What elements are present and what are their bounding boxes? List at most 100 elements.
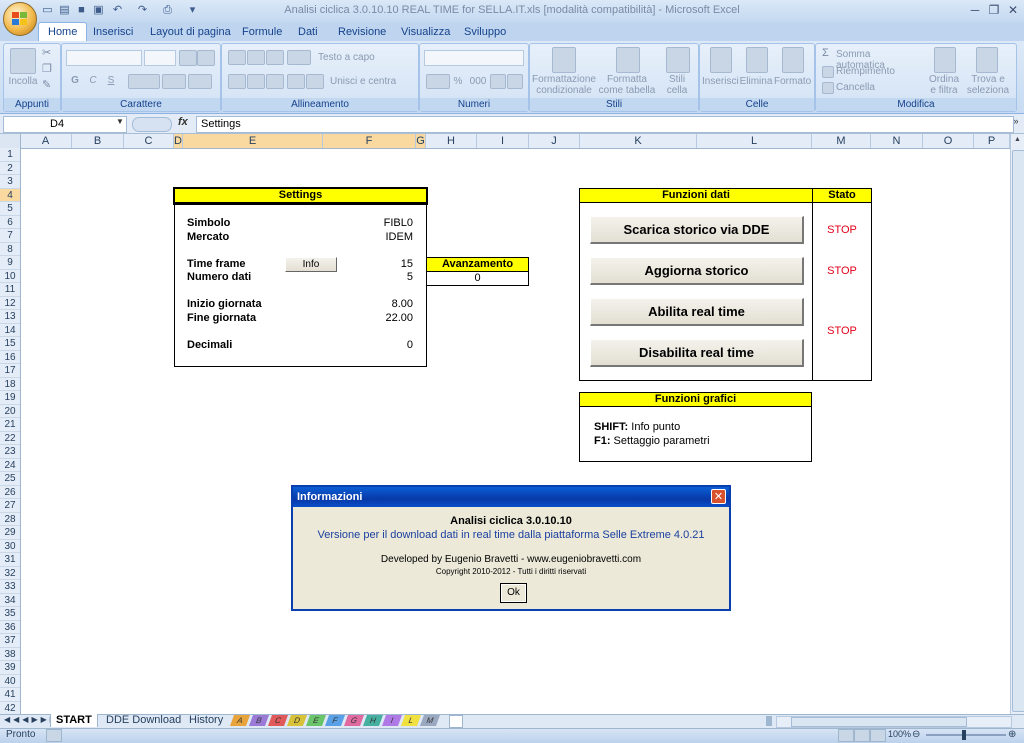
insert-cells-icon[interactable] [710, 47, 732, 73]
row-header[interactable]: 39 [0, 661, 20, 675]
decrease-indent-icon[interactable] [287, 74, 305, 89]
row-header[interactable]: 16 [0, 351, 20, 364]
find-select-button[interactable]: Trova e seleziona [964, 74, 1012, 96]
restore-icon[interactable]: ❐ [985, 3, 1003, 18]
sheet-tab-history[interactable]: History [184, 714, 228, 727]
horizontal-scrollbar[interactable] [776, 716, 1012, 728]
row-header[interactable]: 31 [0, 553, 20, 567]
row-header[interactable]: 7 [0, 229, 20, 243]
align-center-icon[interactable] [247, 74, 265, 89]
scroll-thumb[interactable] [1012, 150, 1024, 712]
tab-sviluppo[interactable]: Sviluppo [455, 24, 515, 40]
cell-styles-button[interactable]: Stili cella [660, 74, 694, 96]
scarica-storico-button[interactable]: Scarica storico via DDE [590, 216, 804, 244]
row-header[interactable]: 28 [0, 513, 20, 526]
row-header[interactable]: 5 [0, 202, 20, 216]
mercato-value[interactable]: IDEM [325, 231, 414, 243]
column-header[interactable]: O [923, 134, 974, 148]
merge-center-button[interactable]: Unisci e centra [330, 76, 416, 87]
row-header[interactable]: 26 [0, 486, 20, 499]
formula-bar-resize-handle[interactable] [132, 117, 172, 132]
row-header[interactable]: 27 [0, 499, 20, 513]
row-header[interactable]: 25 [0, 472, 20, 486]
row-header[interactable]: 18 [0, 378, 20, 391]
row-header[interactable]: 2 [0, 162, 20, 175]
fill-color-icon[interactable] [162, 74, 186, 89]
close-icon[interactable]: ✕ [711, 489, 726, 504]
column-header[interactable]: K [580, 134, 697, 148]
column-header[interactable]: L [697, 134, 812, 148]
settings-title[interactable]: Settings [173, 187, 428, 205]
row-header[interactable]: 23 [0, 445, 20, 459]
borders-icon[interactable] [128, 74, 160, 89]
font-color-icon[interactable] [188, 74, 212, 89]
wrap-text-button[interactable]: Testo a capo [318, 52, 414, 63]
column-header[interactable]: H [426, 134, 477, 148]
tab-revisione[interactable]: Revisione [329, 24, 395, 40]
row-header[interactable]: 9 [0, 256, 20, 270]
tab-layout[interactable]: Layout di pagina [141, 24, 240, 40]
column-header[interactable]: B [72, 134, 124, 148]
bold-button[interactable]: G [68, 75, 82, 86]
sort-filter-button[interactable]: Ordina e filtra [926, 74, 962, 96]
timeframe-value[interactable]: 15 [325, 258, 413, 270]
row-header[interactable]: 3 [0, 175, 20, 189]
office-button[interactable] [3, 2, 37, 36]
column-header[interactable]: I [477, 134, 529, 148]
row-header[interactable]: 37 [0, 634, 20, 648]
normal-view-icon[interactable] [838, 729, 854, 742]
fine-giornata-value[interactable]: 22.00 [325, 312, 413, 324]
align-left-icon[interactable] [228, 74, 246, 89]
row-header[interactable]: 22 [0, 432, 20, 445]
row-header[interactable]: 12 [0, 297, 20, 310]
page-layout-view-icon[interactable] [854, 729, 870, 742]
row-header[interactable]: 40 [0, 675, 20, 688]
format-cells-button[interactable]: Formato [774, 76, 811, 87]
underline-button[interactable]: S [104, 75, 118, 86]
row-header[interactable]: 19 [0, 391, 20, 405]
new-sheet-icon[interactable] [449, 715, 463, 728]
fill-icon[interactable] [822, 66, 834, 78]
decimali-value[interactable]: 0 [325, 339, 413, 351]
tab-split-handle[interactable] [766, 716, 772, 726]
abilita-real-time-button[interactable]: Abilita real time [590, 298, 804, 326]
row-header[interactable]: 35 [0, 607, 20, 621]
sheet-tab-dde-download[interactable]: DDE Download [101, 714, 186, 727]
find-select-icon[interactable] [976, 47, 998, 73]
delete-cells-button[interactable]: Elimina [738, 76, 774, 87]
tab-dati[interactable]: Dati [289, 24, 327, 40]
format-table-icon[interactable] [616, 47, 640, 73]
percent-button[interactable]: % [452, 76, 464, 87]
row-header[interactable]: 6 [0, 216, 20, 229]
h-scroll-thumb[interactable] [791, 717, 967, 727]
row-header[interactable]: 33 [0, 580, 20, 594]
column-header[interactable]: F [323, 134, 416, 148]
row-header[interactable]: 38 [0, 648, 20, 661]
column-header[interactable]: P [974, 134, 1010, 148]
scroll-up-icon[interactable]: ▲ [1012, 136, 1023, 147]
row-header[interactable]: 17 [0, 364, 20, 378]
incolla-button[interactable]: Incolla [6, 76, 40, 87]
row-header[interactable]: 20 [0, 405, 20, 418]
grow-font-icon[interactable] [179, 50, 197, 66]
row-header[interactable]: 14 [0, 324, 20, 337]
row-header[interactable]: 10 [0, 270, 20, 283]
cut-icon[interactable]: ✂ [42, 46, 51, 59]
clear-icon[interactable] [822, 82, 834, 94]
increase-indent-icon[interactable] [306, 74, 324, 89]
align-top-icon[interactable] [228, 50, 246, 65]
row-header[interactable]: 24 [0, 459, 20, 472]
row-header[interactable]: 36 [0, 621, 20, 634]
increase-decimal-icon[interactable] [490, 74, 506, 89]
row-header[interactable]: 42 [0, 702, 20, 715]
format-table-button[interactable]: Formatta come tabella [596, 74, 658, 96]
row-header[interactable]: 29 [0, 526, 20, 540]
conditional-format-button[interactable]: Formattazione condizionale [532, 74, 596, 96]
orientation-icon[interactable] [287, 50, 311, 65]
font-size-select[interactable] [144, 50, 176, 66]
clear-button[interactable]: Cancella [836, 82, 922, 93]
align-bottom-icon[interactable] [266, 50, 284, 65]
align-right-icon[interactable] [266, 74, 284, 89]
fill-button[interactable]: Riempimento [836, 66, 922, 77]
formula-input[interactable]: Settings [196, 116, 1014, 133]
